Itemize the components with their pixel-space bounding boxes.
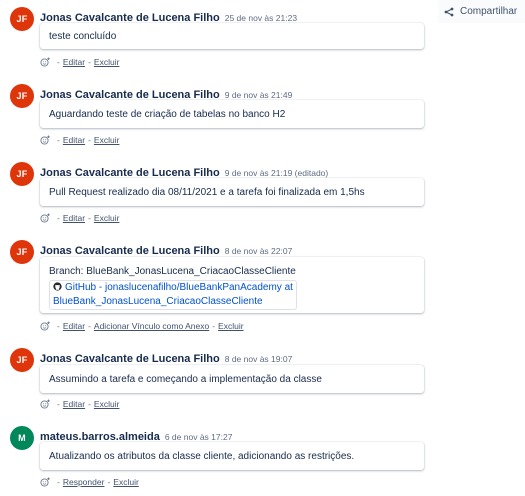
separator: - [57, 399, 60, 409]
comment-body: Aguardando teste de criação de tabelas n… [40, 100, 424, 128]
comment-actions: - Responder - Excluir [40, 477, 139, 487]
reply-link[interactable]: Responder [63, 477, 105, 487]
add-reaction-icon[interactable] [40, 399, 50, 409]
comment-date[interactable]: 6 de nov às 17:27 [165, 432, 233, 442]
comment-actions: - Editar - Adicionar Vínculo como Anexo … [40, 321, 244, 331]
add-reaction-icon[interactable] [40, 213, 50, 223]
comment-body: teste concluído [40, 23, 424, 49]
comment-actions: - Editar - Excluir [40, 213, 119, 223]
comment-actions: - Editar - Excluir [40, 135, 119, 145]
comment-date[interactable]: 25 de nov às 21:23 [225, 13, 297, 23]
comment-body: Pull Request realizado dia 08/11/2021 e … [40, 178, 424, 206]
delete-link[interactable]: Excluir [113, 477, 139, 487]
add-reaction-icon[interactable] [40, 135, 50, 145]
comment-actions: - Editar - Excluir [40, 399, 119, 409]
comment-body: Atualizando os atributos da classe clien… [40, 442, 424, 470]
edit-link[interactable]: Editar [63, 399, 85, 409]
separator: - [57, 477, 60, 487]
comment-date[interactable]: 9 de nov às 21:49 [225, 90, 293, 100]
separator: - [57, 321, 60, 331]
avatar[interactable]: JF [10, 348, 34, 372]
delete-link[interactable]: Excluir [94, 57, 120, 67]
delete-link[interactable]: Excluir [94, 213, 120, 223]
separator: - [88, 213, 91, 223]
comment-date[interactable]: 8 de nov às 22:07 [225, 246, 293, 256]
github-smart-link[interactable]: GitHub - jonaslucenafilho/BlueBankPanAca… [49, 280, 297, 310]
avatar[interactable]: JF [10, 240, 34, 264]
separator: - [88, 57, 91, 67]
comment-text: Branch: BlueBank_JonasLucena_CriacaoClas… [49, 266, 296, 277]
add-reaction-icon[interactable] [40, 477, 50, 487]
avatar[interactable]: JF [10, 84, 34, 108]
avatar[interactable]: JF [10, 162, 34, 186]
add-reaction-icon[interactable] [40, 321, 50, 331]
separator: - [57, 57, 60, 67]
smart-link-subtitle[interactable]: BlueBank_JonasLucena_CriacaoClasseClient… [53, 295, 293, 309]
add-reaction-icon[interactable] [40, 57, 50, 67]
separator: - [88, 321, 91, 331]
comment-date[interactable]: 9 de nov às 21:19 (editado) [225, 168, 329, 178]
separator: - [57, 135, 60, 145]
comment-body: Assumindo a tarefa e começando a impleme… [40, 365, 424, 393]
comments-panel: Compartilhar JF Jonas Cavalcante de Luce… [0, 0, 525, 496]
separator: - [57, 213, 60, 223]
comment-date[interactable]: 8 de nov às 19:07 [225, 354, 293, 364]
comment-author[interactable]: Jonas Cavalcante de Lucena Filho [40, 245, 220, 257]
comment-author[interactable]: Jonas Cavalcante de Lucena Filho [40, 353, 220, 365]
edit-link[interactable]: Editar [63, 213, 85, 223]
comment-actions: - Editar - Excluir [40, 57, 119, 67]
separator: - [88, 399, 91, 409]
separator: - [107, 477, 111, 487]
delete-link[interactable]: Excluir [94, 135, 120, 145]
comment-body: Branch: BlueBank_JonasLucena_CriacaoClas… [40, 257, 424, 313]
avatar[interactable]: JF [10, 7, 34, 31]
share-button[interactable]: Compartilhar [438, 0, 525, 23]
add-link-attachment-link[interactable]: Adicionar Vínculo como Anexo [94, 321, 209, 331]
share-icon [444, 7, 454, 16]
share-label: Compartilhar [460, 6, 518, 17]
separator: - [88, 135, 91, 145]
smart-link-title[interactable]: GitHub - jonaslucenafilho/BlueBankPanAca… [65, 282, 293, 293]
edit-link[interactable]: Editar [63, 321, 85, 331]
edit-link[interactable]: Editar [63, 57, 85, 67]
delete-link[interactable]: Excluir [218, 321, 244, 331]
edit-link[interactable]: Editar [63, 135, 85, 145]
github-icon [53, 282, 62, 291]
separator: - [212, 321, 216, 331]
avatar[interactable]: M [10, 426, 34, 450]
delete-link[interactable]: Excluir [94, 399, 120, 409]
